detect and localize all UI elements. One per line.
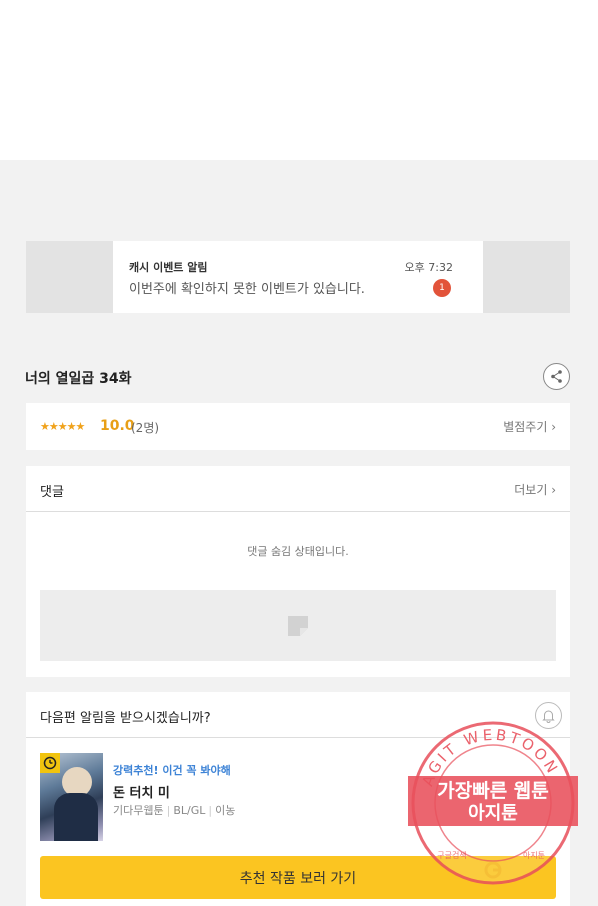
share-button[interactable] xyxy=(543,363,570,390)
recommendation-thumbnail[interactable] xyxy=(40,753,103,841)
event-notification-banner[interactable]: 캐시 이벤트 알림 이번주에 확인하지 못한 이벤트가 있습니다. 오후 7:3… xyxy=(26,241,570,313)
next-episode-alarm-section: 다음편 알림을 받으시겠습니까? 강력추천! 이건 꼭 봐야해 돈 터치 미 기… xyxy=(26,692,570,906)
thumbnail-figure-body xyxy=(54,793,98,841)
episode-title: 너의 열일곱 34화 xyxy=(25,371,132,387)
placeholder-icon xyxy=(288,616,308,636)
rating-stars: ★★★★★ xyxy=(40,420,85,433)
rating-count: (2명) xyxy=(131,421,160,435)
recommendation-meta: 기다무웹툰 | BL/GL | 이농 xyxy=(113,804,236,817)
recommendation-title[interactable]: 돈 터치 미 xyxy=(113,782,170,801)
alarm-header: 다음편 알림을 받으시겠습니까? xyxy=(26,692,570,738)
notification-title: 캐시 이벤트 알림 xyxy=(129,261,208,274)
meta-author: 이농 xyxy=(215,804,236,817)
meta-category: 기다무웹툰 xyxy=(113,804,164,817)
notification-card[interactable]: 캐시 이벤트 알림 이번주에 확인하지 못한 이벤트가 있습니다. 오후 7:3… xyxy=(113,241,483,313)
recommendation-tag: 강력추천! 이건 꼭 봐야해 xyxy=(113,764,231,777)
comment-ad-placeholder xyxy=(40,590,556,661)
alarm-question: 다음편 알림을 받으시겠습니까? xyxy=(40,711,211,726)
notification-message: 이번주에 확인하지 못한 이벤트가 있습니다. xyxy=(129,282,365,297)
rating-score: 10.0 xyxy=(100,418,135,434)
comment-hidden-message: 댓글 숨김 상태입니다. xyxy=(247,545,349,558)
rating-section: ★★★★★ 10.0 (2명) 별점주기 › xyxy=(26,403,570,450)
view-recommendation-button[interactable]: 추천 작품 보러 가기 xyxy=(40,856,556,899)
notification-time: 오후 7:32 xyxy=(404,261,453,274)
notification-count-badge: 1 xyxy=(433,279,451,297)
comment-title: 댓글 xyxy=(40,485,64,500)
rate-button[interactable]: 별점주기 › xyxy=(503,418,556,435)
comment-section: 댓글 더보기 › 댓글 숨김 상태입니다. xyxy=(26,466,570,677)
meta-genre: BL/GL xyxy=(173,804,206,817)
top-blank-area xyxy=(0,0,598,160)
wait-free-clock-icon xyxy=(40,753,60,773)
comment-header: 댓글 더보기 › xyxy=(26,466,570,512)
bell-icon xyxy=(542,710,555,723)
comment-more-link[interactable]: 더보기 › xyxy=(514,481,556,498)
alarm-toggle-button[interactable] xyxy=(535,702,562,729)
share-icon xyxy=(551,370,562,383)
